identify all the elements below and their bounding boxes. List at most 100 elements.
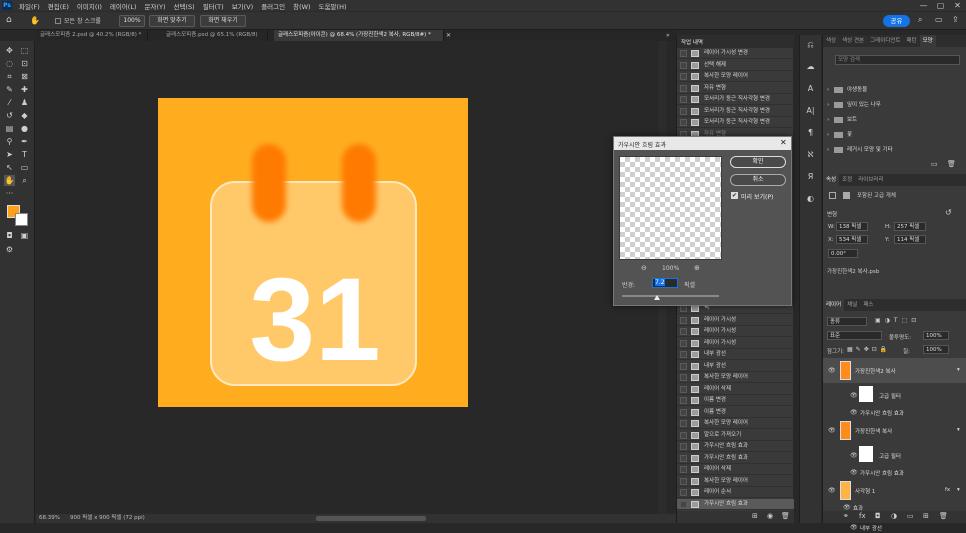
history-item[interactable]: 레이어 삭제: [677, 384, 794, 395]
history-checkbox[interactable]: [680, 316, 687, 324]
angle-field[interactable]: 0.00°: [828, 249, 858, 258]
zoom-tool-icon[interactable]: ⌕: [19, 175, 30, 186]
layer-row[interactable]: 👁 내부 광선: [823, 523, 966, 533]
radius-slider-thumb[interactable]: [653, 295, 660, 300]
expand-icon[interactable]: ▾: [957, 427, 960, 433]
fx-badge[interactable]: fx: [945, 487, 950, 493]
mask-icon[interactable]: ◘: [875, 512, 881, 520]
minimize-button[interactable]: —: [918, 0, 929, 11]
brush-tool-icon[interactable]: ⁄: [4, 97, 15, 108]
shape-search-input[interactable]: 모양 검색: [835, 55, 960, 65]
adjustment-icon[interactable]: ◑: [891, 512, 897, 520]
history-item[interactable]: 선택 해제: [677, 60, 794, 71]
doc-tab-2[interactable]: 글래스모피즘.psd @ 65.1% (RGB/8): [162, 30, 268, 41]
eraser-tool-icon[interactable]: ◆: [19, 110, 30, 121]
background-color-swatch[interactable]: [15, 213, 28, 226]
search-icon[interactable]: ⌕: [918, 15, 928, 26]
history-item[interactable]: 가우시안 흐림 효과: [677, 441, 794, 453]
y-field[interactable]: 114 픽셀: [894, 235, 926, 244]
spot-healing-icon[interactable]: ✚: [19, 84, 30, 95]
history-checkbox[interactable]: [680, 420, 687, 427]
shape-group-legacy[interactable]: › 레거시 모양 및 기타: [827, 145, 893, 156]
lasso-tool-icon[interactable]: ◌: [4, 58, 15, 69]
blend-mode-select[interactable]: 표준: [827, 331, 882, 340]
quick-mask-icon[interactable]: ◘: [4, 230, 15, 241]
char-style-icon[interactable]: Я: [805, 171, 816, 182]
menu-select[interactable]: 선택(S): [170, 1, 199, 11]
history-item[interactable]: 가우시안 흐림 효과: [677, 453, 794, 464]
paragraph-text-icon[interactable]: A|: [805, 105, 816, 116]
visibility-eye-icon[interactable]: 👁: [828, 427, 836, 434]
history-checkbox[interactable]: [680, 50, 687, 57]
history-checkbox[interactable]: [680, 61, 687, 69]
layer-row[interactable]: 👁 가장진한색2 복사 ▾: [823, 358, 966, 383]
frame-tool-icon[interactable]: ⊠: [19, 71, 30, 82]
delete-shape-icon[interactable]: 🗑: [947, 160, 956, 168]
share-button[interactable]: 공유: [883, 15, 910, 27]
radius-input[interactable]: 7.2: [652, 278, 678, 288]
rectangle-tool-icon[interactable]: ▭: [19, 162, 30, 173]
layer-row[interactable]: 👁 가우시안 흐림 효과: [823, 408, 966, 418]
history-item[interactable]: 내부 광선: [677, 361, 794, 372]
layer-filter-select[interactable]: 종류: [827, 317, 867, 326]
history-checkbox[interactable]: [680, 397, 687, 404]
zoom-out-icon[interactable]: ⊖: [641, 264, 647, 272]
fill-screen-button[interactable]: 화면 채우기: [200, 15, 246, 27]
history-checkbox[interactable]: [680, 107, 687, 115]
ok-button[interactable]: 확인: [730, 156, 786, 168]
visibility-eye-icon[interactable]: 👁: [843, 504, 851, 511]
history-checkbox[interactable]: [680, 339, 687, 347]
layer-row[interactable]: 👁 가우시안 흐림 효과: [823, 468, 966, 478]
history-item[interactable]: 레이어 삭제: [677, 464, 794, 476]
blur-tool-icon[interactable]: ●: [19, 123, 30, 134]
expand-icon[interactable]: ▾: [957, 367, 960, 373]
x-field[interactable]: 534 픽셀: [836, 235, 868, 244]
history-item[interactable]: 이름 변경: [677, 407, 794, 418]
new-snapshot-icon[interactable]: ⊞: [752, 512, 758, 520]
menu-filter[interactable]: 필터(T): [199, 1, 228, 11]
history-checkbox[interactable]: [680, 374, 687, 381]
history-item[interactable]: 모서리가 둥근 직사각형 변경: [677, 117, 794, 129]
tab-gradients[interactable]: 그레이디언트: [867, 35, 903, 47]
dialog-close-icon[interactable]: ✕: [780, 138, 787, 147]
libraries-icon[interactable]: ☁: [805, 61, 816, 72]
tab-color[interactable]: 색상: [823, 35, 839, 47]
history-item[interactable]: 자유 변형: [677, 83, 794, 94]
fx-icon[interactable]: fx: [859, 512, 866, 520]
scroll-all-checkbox[interactable]: [55, 18, 61, 24]
menu-edit[interactable]: 편집(E): [44, 1, 73, 11]
group-icon[interactable]: ▭: [907, 512, 914, 520]
shape-group-trees[interactable]: › 잎이 있는 나무: [827, 100, 881, 111]
camera-icon[interactable]: ◉: [767, 512, 773, 520]
marquee-tool-icon[interactable]: ⬚: [19, 45, 30, 56]
history-item[interactable]: 내부 광선: [677, 349, 794, 361]
tab-libraries[interactable]: 라이브러리: [855, 174, 886, 186]
trash-icon[interactable]: 🗑: [781, 512, 790, 520]
history-checkbox[interactable]: [680, 96, 687, 103]
history-checkbox[interactable]: [680, 119, 687, 126]
visibility-eye-icon[interactable]: 👁: [850, 524, 858, 531]
home-icon[interactable]: ⌂: [6, 15, 16, 26]
new-layer-icon[interactable]: ⊞: [923, 512, 929, 520]
history-item[interactable]: 복사한 모양 레이어: [677, 418, 794, 430]
tab-close-icon[interactable]: ✕: [446, 30, 451, 41]
crop-tool-icon[interactable]: ⌗: [4, 71, 15, 82]
document-canvas[interactable]: 31: [158, 98, 468, 407]
menu-view[interactable]: 보기(V): [228, 1, 257, 11]
tab-patterns[interactable]: 패턴: [904, 35, 920, 47]
history-checkbox[interactable]: [680, 385, 687, 393]
type-tool-icon[interactable]: T: [19, 149, 30, 160]
history-item[interactable]: 모서리가 둥근 직사각형 변경: [677, 106, 794, 117]
history-checkbox[interactable]: [680, 351, 687, 358]
close-window-button[interactable]: ✕: [952, 0, 963, 11]
eyedropper-icon[interactable]: ✎: [4, 84, 15, 95]
visibility-eye-icon[interactable]: 👁: [828, 367, 836, 374]
horizontal-scrollbar[interactable]: [316, 516, 426, 521]
history-item[interactable]: 복사한 모양 레이어: [677, 71, 794, 83]
brush-settings-icon[interactable]: ◐: [805, 193, 816, 204]
history-checkbox[interactable]: [680, 84, 687, 92]
history-item[interactable]: 레이어 가시성: [677, 326, 794, 338]
history-item[interactable]: 복사한 모양 레이어: [677, 476, 794, 487]
visibility-eye-icon[interactable]: 👁: [850, 452, 858, 459]
workspace-icon[interactable]: ▭: [935, 15, 945, 26]
